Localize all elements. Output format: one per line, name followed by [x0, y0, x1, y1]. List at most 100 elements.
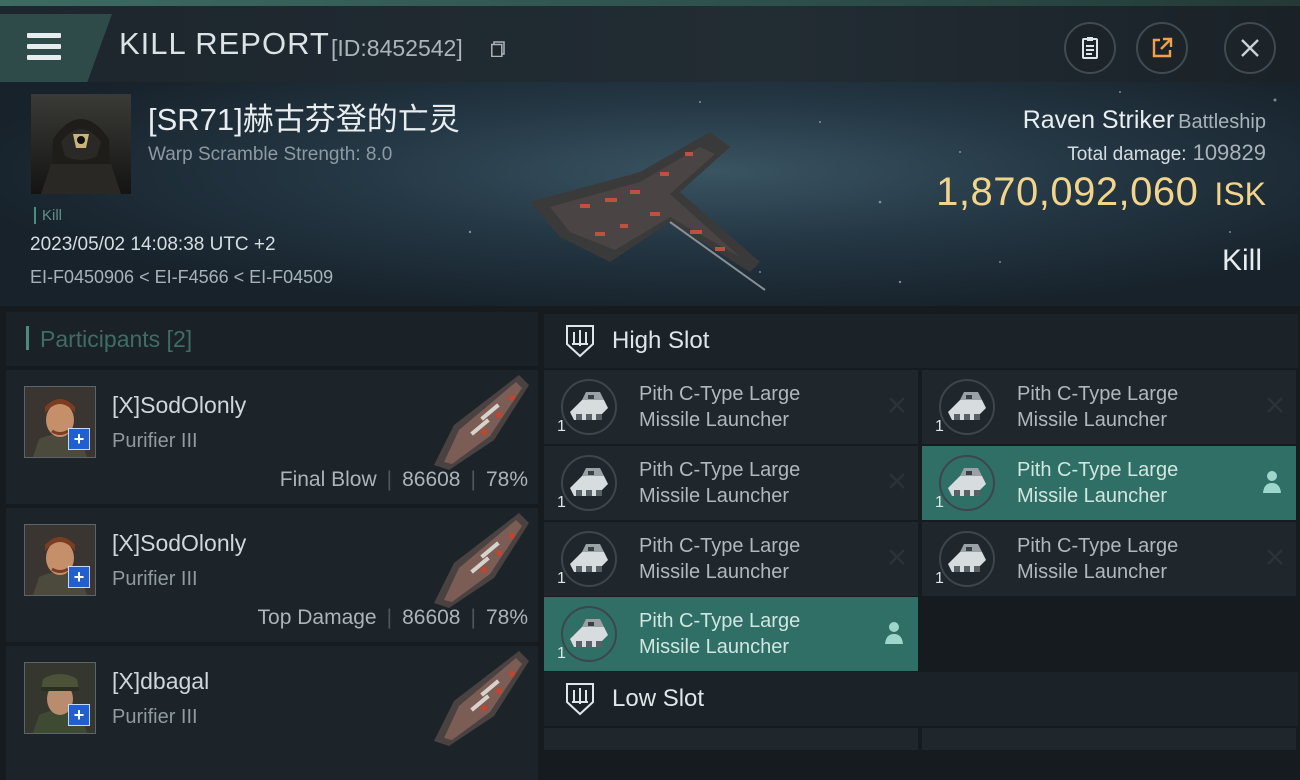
- participant-name[interactable]: [X]SodOlonly: [112, 530, 246, 557]
- module-item[interactable]: 1 Pith C-Type Large Missile Launcher: [544, 597, 918, 671]
- victim-ship-image: [530, 132, 766, 291]
- module-name: Pith C-Type Large Missile Launcher: [1017, 457, 1178, 509]
- module-name: Pith C-Type Large Missile Launcher: [639, 381, 800, 433]
- module-item[interactable]: 1 Pith C-Type Large Missile Launcher: [544, 446, 918, 520]
- module-name-line2: Missile Launcher: [1017, 409, 1168, 431]
- missile-launcher-icon: [561, 606, 617, 662]
- report-id: [ID:8452542]: [331, 35, 463, 61]
- module-name-line1: Pith C-Type Large: [1017, 535, 1179, 557]
- module-quantity: 1: [557, 570, 566, 587]
- kill-timestamp: 2023/05/02 14:08:38 UTC +2: [30, 234, 276, 255]
- module-name: Pith C-Type Large Missile Launcher: [639, 457, 800, 509]
- missile-launcher-icon: [939, 455, 995, 511]
- add-contact-icon[interactable]: +: [68, 566, 90, 588]
- participant-ship: Purifier III: [112, 706, 198, 728]
- ship-class-label: Battleship: [1178, 111, 1266, 133]
- module-item-partial[interactable]: [922, 728, 1296, 750]
- participant-ship-image: [434, 513, 529, 608]
- add-contact-icon[interactable]: +: [68, 428, 90, 450]
- high-slot-header: High Slot: [544, 314, 1298, 368]
- module-name-line1: Pith C-Type Large: [639, 459, 801, 481]
- module-name: Pith C-Type Large Missile Launcher: [1017, 533, 1178, 585]
- add-contact-icon[interactable]: +: [68, 704, 90, 726]
- module-name-line2: Missile Launcher: [639, 485, 790, 507]
- participant-ship: Purifier III: [112, 430, 198, 452]
- kill-type-label: Kill: [1221, 244, 1262, 277]
- destroyed-icon: [889, 473, 905, 489]
- module-name-line1: Pith C-Type Large: [639, 383, 801, 405]
- low-slot-icon: [566, 683, 594, 716]
- close-button[interactable]: [1224, 22, 1276, 74]
- missile-launcher-icon: [561, 531, 617, 587]
- module-name-line2: Missile Launcher: [1017, 561, 1168, 583]
- module-item[interactable]: 1 Pith C-Type Large Missile Launcher: [922, 446, 1296, 520]
- header-bar: KILL REPORT [ID:8452542]: [0, 6, 1300, 82]
- total-damage: Total damage: 109829: [1067, 140, 1266, 166]
- clipboard-button[interactable]: [1064, 22, 1116, 74]
- dropped-pilot-icon: [1263, 471, 1281, 493]
- copy-icon[interactable]: [491, 41, 505, 57]
- module-name-line2: Missile Launcher: [1017, 485, 1168, 507]
- module-item[interactable]: 1 Pith C-Type Large Missile Launcher: [922, 370, 1296, 444]
- destroyed-icon: [1267, 397, 1283, 413]
- module-quantity: 1: [935, 570, 944, 587]
- victim-portrait[interactable]: [31, 94, 131, 194]
- module-item[interactable]: 1 Pith C-Type Large Missile Launcher: [544, 522, 918, 596]
- share-button[interactable]: [1136, 22, 1188, 74]
- participant-ship-image: [434, 375, 529, 470]
- participant-tag: Top Damage: [257, 606, 377, 629]
- module-item[interactable]: 1 Pith C-Type Large Missile Launcher: [544, 370, 918, 444]
- participant-row[interactable]: + [X]SodOlonly Purifier III Final Blow | 8…: [6, 370, 538, 504]
- menu-button[interactable]: [0, 14, 112, 82]
- page-title: KILL REPORT: [119, 26, 330, 61]
- module-name-line2: Missile Launcher: [639, 561, 790, 583]
- helmet-avatar-image: [41, 119, 121, 194]
- victim-name[interactable]: [SR71]赫古芬登的亡灵: [148, 94, 460, 139]
- missile-launcher-icon: [939, 531, 995, 587]
- participant-row[interactable]: + [X]dbagal Purifier III: [6, 646, 538, 780]
- participants-title: Participants [2]: [40, 326, 193, 352]
- close-icon: [1241, 39, 1259, 57]
- module-item-partial[interactable]: [544, 728, 918, 750]
- participant-ship-image: [434, 651, 529, 746]
- section-accent-bar: [26, 326, 29, 350]
- module-quantity: 1: [557, 645, 566, 662]
- participant-stats: Final Blow | 86608 | 78%: [279, 468, 528, 491]
- module-quantity: 1: [557, 494, 566, 511]
- module-quantity: 1: [935, 418, 944, 435]
- module-name: Pith C-Type Large Missile Launcher: [1017, 381, 1178, 433]
- participant-percent: 78%: [485, 606, 528, 629]
- isk-amount: 1,870,092,060: [936, 170, 1199, 214]
- module-quantity: 1: [935, 494, 944, 511]
- module-name-line2: Missile Launcher: [639, 409, 790, 431]
- module-name-line1: Pith C-Type Large: [639, 610, 801, 632]
- warp-scramble-strength: Warp Scramble Strength: 8.0: [148, 144, 393, 165]
- participant-ship: Purifier III: [112, 568, 198, 590]
- clipboard-icon: [1082, 37, 1098, 59]
- kill-tag: Kill: [34, 207, 62, 224]
- module-item[interactable]: 1 Pith C-Type Large Missile Launcher: [922, 522, 1296, 596]
- isk-unit: ISK: [1214, 176, 1266, 212]
- participants-header: Participants [2]: [6, 312, 538, 366]
- kill-location-path[interactable]: EI-F0450906 < EI-F4566 < EI-F04509: [30, 267, 333, 288]
- destroyed-icon: [1267, 549, 1283, 565]
- low-slot-header: Low Slot: [544, 672, 1298, 726]
- participant-name[interactable]: [X]dbagal: [112, 668, 209, 695]
- participant-row[interactable]: + [X]SodOlonly Purifier III Top Damage | 8…: [6, 508, 538, 642]
- isk-value: 1,870,092,060 ISK: [936, 170, 1266, 215]
- module-name: Pith C-Type Large Missile Launcher: [639, 533, 800, 585]
- missile-launcher-icon: [561, 379, 617, 435]
- participant-name[interactable]: [X]SodOlonly: [112, 392, 246, 419]
- low-slot-title: Low Slot: [612, 685, 705, 712]
- victim-ship-name[interactable]: Raven Striker Battleship: [1023, 106, 1266, 135]
- missile-launcher-icon: [561, 455, 617, 511]
- module-quantity: 1: [557, 418, 566, 435]
- missile-launcher-icon: [939, 379, 995, 435]
- participant-tag: Final Blow: [279, 468, 377, 491]
- ship-name-label: Raven Striker: [1022, 106, 1175, 134]
- module-name-line1: Pith C-Type Large: [1017, 459, 1179, 481]
- total-damage-label: Total damage:: [1067, 144, 1187, 165]
- share-icon: [1152, 37, 1173, 58]
- module-name-line2: Missile Launcher: [639, 636, 790, 658]
- destroyed-icon: [889, 397, 905, 413]
